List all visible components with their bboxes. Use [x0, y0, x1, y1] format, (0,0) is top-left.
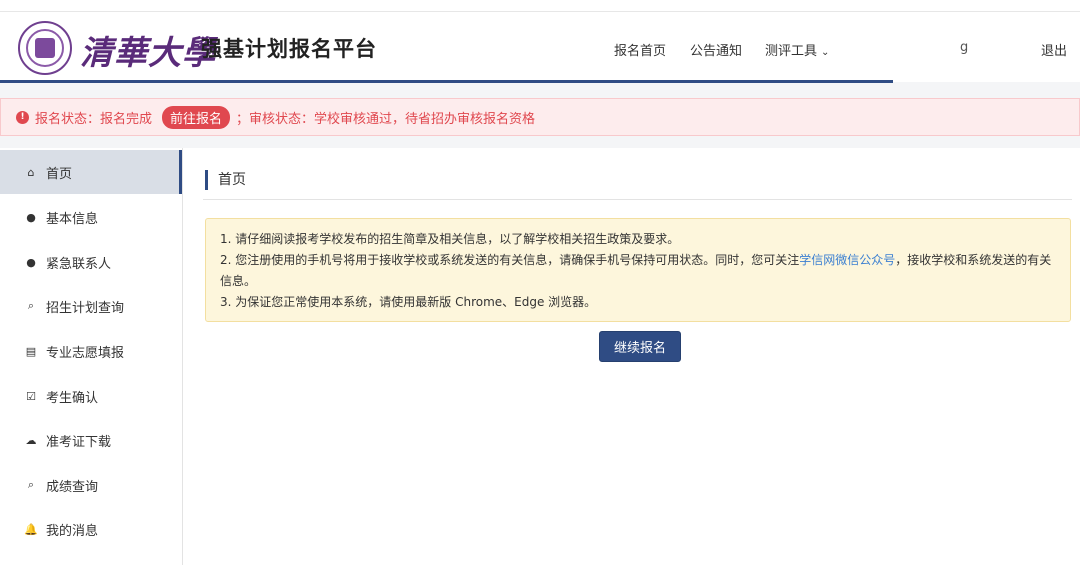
- nav-home[interactable]: 报名首页: [614, 40, 666, 59]
- seal-core: [35, 38, 55, 58]
- bell-icon: 🔔: [24, 522, 38, 536]
- sidebar-item-label: 准考证下载: [46, 434, 112, 450]
- brand-calligraphy: 清華大學: [80, 33, 216, 72]
- sidebar-item-label: 基本信息: [46, 211, 99, 227]
- registration-status-text: 报名状态：报名完成: [35, 111, 153, 127]
- logout-link[interactable]: 退出: [1041, 40, 1067, 59]
- chevron-down-icon: ⌄: [821, 47, 830, 58]
- info-icon: !: [16, 110, 29, 124]
- sidebar-item-candidate-confirm[interactable]: ☑ 考生确认: [0, 374, 182, 418]
- sidebar-item-major-preference[interactable]: ▤ 专业志愿填报: [0, 329, 182, 373]
- sidebar-item-label: 紧急联系人: [46, 256, 112, 272]
- seal-inner-ring: [26, 29, 64, 67]
- page-title: 首页: [205, 170, 246, 190]
- checkbox-icon: ☑: [26, 389, 36, 403]
- nav-assessment-label: 测评工具: [765, 44, 818, 59]
- sidebar-item-label: 成绩查询: [46, 479, 99, 495]
- redaction-blur: [893, 28, 933, 62]
- header-divider: [0, 80, 893, 83]
- sidebar-item-home[interactable]: ⌂ 首页: [0, 150, 182, 194]
- cloud-download-icon: ☁: [25, 433, 37, 447]
- username-fragment[interactable]: g: [960, 40, 968, 55]
- redaction-blur: [995, 34, 1029, 64]
- form-icon: ▤: [25, 344, 37, 358]
- review-status-text: ；审核状态：学校审核通过，待省招办审核报名资格: [236, 111, 536, 127]
- tsinghua-seal-logo: [18, 21, 72, 75]
- notice-line-2-text: 2. 您注册使用的手机号将用于接收学校或系统发送的有关信息，请确保手机号保持可用…: [220, 253, 800, 267]
- user-icon: ●: [26, 210, 36, 224]
- continue-registration-button[interactable]: 继续报名: [599, 331, 681, 362]
- platform-title: 强基计划报名平台: [201, 37, 377, 61]
- sidebar-item-label: 考生确认: [46, 390, 99, 406]
- sidebar: ⌂ 首页 ● 基本信息 ● 紧急联系人 ⌕ 招生计划查询 ▤ 专业志愿填报 ☑ …: [0, 148, 183, 565]
- title-divider: [203, 199, 1072, 200]
- sidebar-item-basic-info[interactable]: ● 基本信息: [0, 195, 182, 239]
- user-icon: ●: [26, 255, 36, 269]
- search-icon: ⌕: [27, 299, 35, 312]
- nav-assessment-tools[interactable]: 测评工具 ⌄: [765, 40, 829, 59]
- sidebar-item-label: 专业志愿填报: [46, 345, 125, 361]
- nav-home-label: 报名首页: [614, 44, 667, 59]
- registration-status-alert: ! 报名状态：报名完成 前往报名 ；审核状态：学校审核通过，待省招办审核报名资格: [0, 98, 1080, 136]
- home-icon: ⌂: [27, 165, 35, 179]
- sidebar-item-label: 招生计划查询: [46, 300, 125, 316]
- browser-top-strip: [0, 0, 1080, 12]
- sidebar-item-admission-ticket[interactable]: ☁ 准考证下载: [0, 418, 182, 462]
- wechat-account-link[interactable]: 学信网微信公众号: [799, 253, 895, 267]
- notice-line-2: 2. 您注册使用的手机号将用于接收学校或系统发送的有关信息，请确保手机号保持可用…: [220, 250, 1056, 292]
- notice-line-3: 3. 为保证您正常使用本系统，请使用最新版 Chrome、Edge 浏览器。: [220, 295, 597, 309]
- sidebar-item-my-messages[interactable]: 🔔 我的消息: [0, 507, 182, 551]
- nav-announcements[interactable]: 公告通知: [690, 40, 742, 59]
- sidebar-item-emergency-contact[interactable]: ● 紧急联系人: [0, 240, 182, 284]
- go-register-button[interactable]: 前往报名: [162, 105, 231, 129]
- main-content: 首页 1. 请仔细阅读报考学校发布的招生简章及相关信息，以了解学校相关招生政策及…: [183, 148, 1080, 565]
- sidebar-item-enrollment-plan[interactable]: ⌕ 招生计划查询: [0, 284, 182, 328]
- sidebar-item-label: 首页: [46, 166, 73, 182]
- sidebar-item-score-query[interactable]: ⌕ 成绩查询: [0, 463, 182, 507]
- search-icon: ⌕: [27, 478, 35, 491]
- nav-announcements-label: 公告通知: [690, 44, 743, 59]
- sidebar-item-label: 我的消息: [46, 523, 99, 539]
- notice-box: 1. 请仔细阅读报考学校发布的招生简章及相关信息，以了解学校相关招生政策及要求。…: [205, 218, 1071, 322]
- notice-line-1: 1. 请仔细阅读报考学校发布的招生简章及相关信息，以了解学校相关招生政策及要求。: [220, 232, 680, 246]
